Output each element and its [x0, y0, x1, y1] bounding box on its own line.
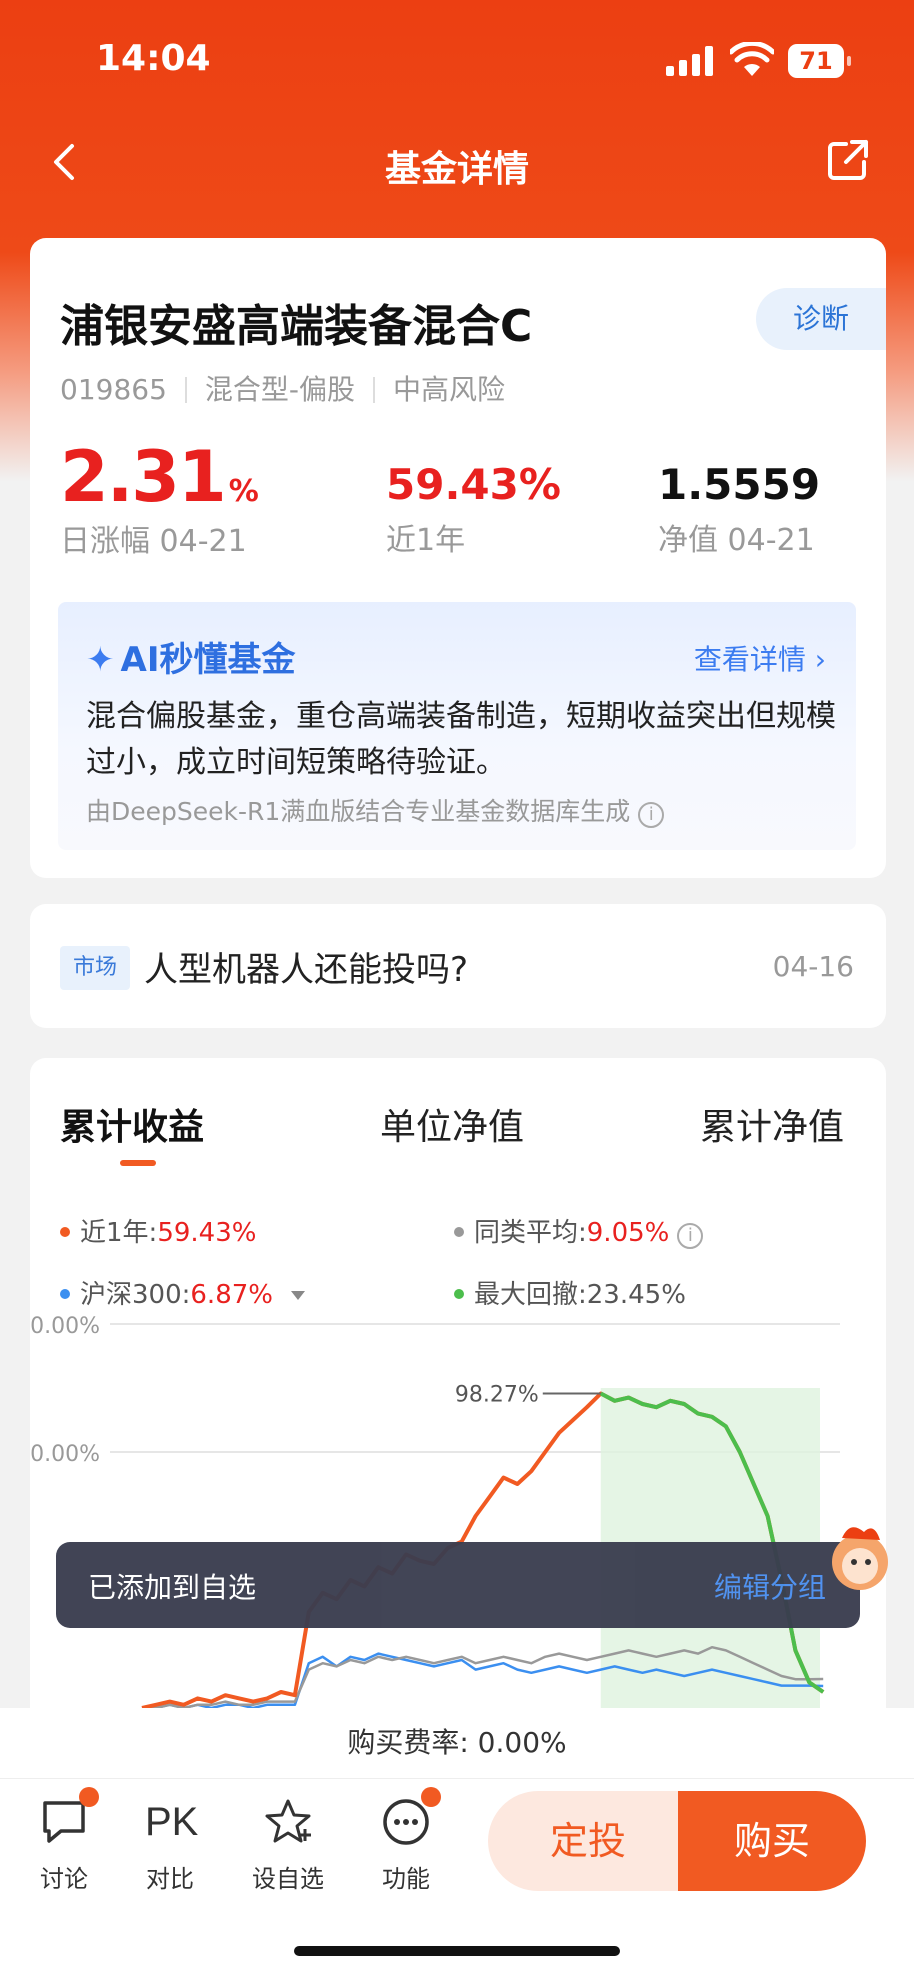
legend-dot: [454, 1227, 464, 1237]
tab-cumulative-return[interactable]: 累计收益: [60, 1098, 204, 1150]
mascot-icon[interactable]: [820, 1512, 900, 1602]
buy-button[interactable]: 购买: [678, 1791, 866, 1891]
watchlist-label: 设自选: [252, 1865, 324, 1893]
nav-value: 1.5559: [658, 460, 821, 509]
ai-footer-text: 由DeepSeek-R1满血版结合专业基金数据库生成: [86, 797, 631, 826]
share-icon[interactable]: [826, 138, 870, 182]
fund-name: 浦银安盛高端装备混合C: [60, 301, 533, 352]
ai-summary-box: ✦ AI秒懂基金 查看详情 › 混合偏股基金，重仓高端装备制造，短期收益突出但规模…: [58, 602, 856, 850]
battery-icon: 71: [788, 44, 851, 78]
more-dots-icon: [381, 1787, 441, 1847]
fund-code: 019865: [60, 373, 167, 406]
tab-indicator: [120, 1160, 156, 1166]
status-time: 14:04: [96, 38, 211, 79]
info-icon[interactable]: i: [638, 802, 665, 828]
diagnose-button[interactable]: 诊断: [756, 288, 886, 350]
legend-hs300-label: 沪深300:: [80, 1280, 191, 1310]
news-title: 人型机器人还能投吗?: [144, 950, 469, 990]
divider: [373, 377, 375, 403]
auto-invest-button[interactable]: 定投: [488, 1791, 688, 1891]
functions-label: 功能: [382, 1865, 430, 1893]
chat-bubble-icon: [39, 1787, 99, 1847]
info-icon[interactable]: i: [677, 1223, 704, 1249]
notification-badge: [421, 1787, 441, 1807]
star-plus-icon: [263, 1797, 313, 1847]
legend-dot: [60, 1227, 70, 1237]
y-tick-label: 120.00%: [30, 1314, 100, 1339]
fund-meta: 019865 混合型-偏股 中高风险: [60, 368, 505, 408]
compare-button[interactable]: PK 对比: [130, 1797, 210, 1894]
cellular-signal-icon: [666, 46, 714, 76]
daily-change-stat: 2.31% 日涨幅 04-21: [60, 436, 259, 560]
fund-risk: 中高风险: [393, 373, 506, 406]
year-return-label: 近1年: [386, 523, 466, 558]
ai-title: ✦ AI秒懂基金: [86, 632, 295, 681]
ai-footer: 由DeepSeek-R1满血版结合专业基金数据库生成 i: [86, 792, 665, 828]
add-watchlist-button[interactable]: 设自选: [248, 1797, 328, 1894]
year-return-stat: 59.43% 近1年: [386, 460, 561, 559]
y-tick-label: 80.00%: [30, 1442, 100, 1467]
daily-change-unit: %: [228, 474, 259, 509]
pk-icon: PK: [145, 1800, 199, 1844]
wifi-icon: [730, 42, 774, 76]
discuss-button[interactable]: 讨论: [24, 1787, 104, 1894]
home-indicator[interactable]: [294, 1946, 620, 1956]
discuss-label: 讨论: [40, 1865, 88, 1893]
legend-drawdown-label: 最大回撤:: [474, 1280, 587, 1310]
legend-hs300-value: 6.87%: [190, 1280, 273, 1310]
year-return-value: 59.43%: [386, 460, 561, 509]
legend-drawdown-value: 23.45%: [586, 1280, 686, 1310]
nav-label: 净值 04-21: [658, 523, 815, 558]
legend-drawdown: 最大回撤:23.45%: [454, 1274, 686, 1311]
legend-peer-label: 同类平均:: [474, 1218, 587, 1248]
battery-level: 71: [799, 47, 833, 75]
fund-type: 混合型-偏股: [204, 373, 355, 406]
news-card[interactable]: 市场 人型机器人还能投吗? 04-16: [30, 904, 886, 1028]
divider: [184, 377, 187, 403]
legend-peer-value: 9.05%: [586, 1218, 670, 1248]
toast-notification: 已添加到自选 编辑分组: [56, 1542, 860, 1628]
functions-button[interactable]: 功能: [366, 1787, 446, 1894]
chevron-right-icon: ›: [814, 643, 826, 676]
purchase-fee: 购买费率: 0.00%: [0, 1708, 914, 1778]
dropdown-caret-icon[interactable]: [291, 1291, 305, 1300]
nav-bar: 基金详情: [0, 120, 914, 212]
notification-badge: [79, 1787, 99, 1807]
nav-stat: 1.5559 净值 04-21: [658, 460, 820, 559]
news-date: 04-16: [772, 950, 854, 983]
legend-peer: 同类平均:9.05% i: [454, 1212, 704, 1249]
toast-message: 已添加到自选: [88, 1571, 257, 1604]
fund-summary-card: 浦银安盛高端装备混合C 诊断 019865 混合型-偏股 中高风险 2.31% 日涨…: [30, 238, 886, 878]
edit-group-button[interactable]: 编辑分组: [714, 1566, 826, 1606]
compare-label: 对比: [146, 1865, 194, 1893]
news-tag: 市场: [60, 946, 130, 990]
ai-more-label: 查看详情: [693, 643, 806, 676]
status-bar: 14:04 71: [0, 0, 914, 120]
daily-change-label: 日涨幅 04-21: [60, 524, 247, 559]
legend-year-label: 近1年:: [80, 1218, 158, 1248]
return-chart[interactable]: 120.00% 80.00% 98.27%: [30, 1308, 886, 1768]
peak-label: 98.27%: [455, 1383, 539, 1408]
tab-unit-nav[interactable]: 单位净值: [380, 1098, 524, 1150]
ai-title-text: AI秒懂基金: [120, 640, 296, 680]
legend-year-value: 59.43%: [157, 1218, 257, 1248]
daily-change-value: 2.31: [60, 436, 227, 518]
sparkle-icon: ✦: [86, 640, 115, 680]
legend-dot: [454, 1289, 464, 1299]
tab-cumulative-nav[interactable]: 累计净值: [700, 1098, 844, 1150]
ai-view-details-link[interactable]: 查看详情 ›: [694, 638, 826, 678]
legend-dot: [60, 1289, 70, 1299]
legend-year: 近1年:59.43%: [60, 1212, 256, 1249]
legend-hs300[interactable]: 沪深300:6.87%: [60, 1274, 305, 1311]
page-title: 基金详情: [384, 149, 529, 190]
ai-summary-text: 混合偏股基金，重仓高端装备制造，短期收益突出但规模过小，成立时间短策略待验证。: [86, 699, 836, 780]
